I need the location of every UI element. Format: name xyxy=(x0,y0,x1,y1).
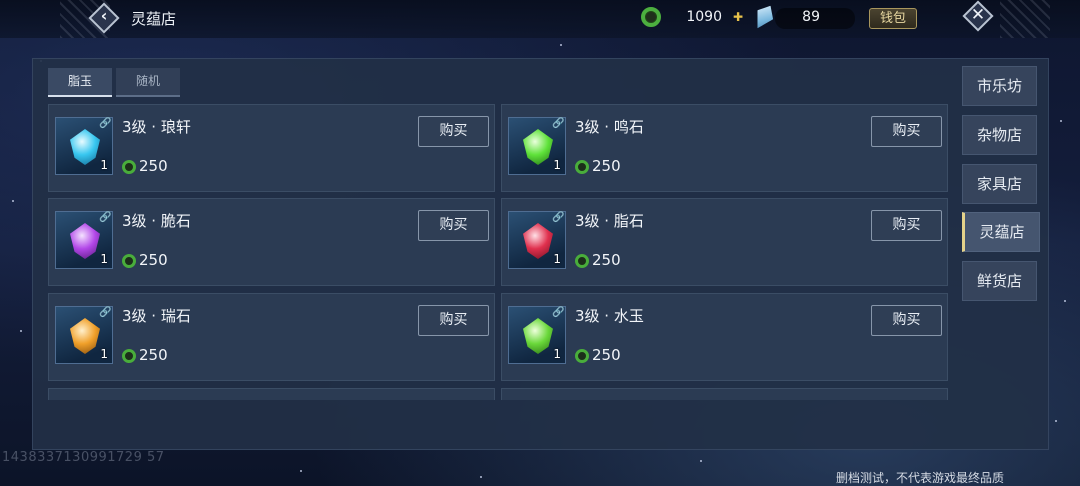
gem-icon xyxy=(70,223,100,259)
top-bar: ‹ 灵蕴店 1090 ✚ 89 钱包 ✕ xyxy=(0,0,1080,38)
shop-item-card: 1 🔗 3级 · 水玉 250 购买 xyxy=(501,293,948,381)
item-name: 3级 · 脆石 xyxy=(122,212,191,230)
item-grid: 1 🔗 3级 · 琅轩 250 购买 1 🔗 3级 · 鸣石 250 购买 1 … xyxy=(48,104,948,400)
buy-button[interactable]: 购买 xyxy=(871,305,942,336)
item-name: 3级 · 鸣石 xyxy=(575,118,644,136)
item-name: 3级 · 瑞石 xyxy=(122,307,191,325)
close-button[interactable]: ✕ xyxy=(962,0,994,32)
link-icon: 🔗 xyxy=(552,307,565,318)
gem-icon xyxy=(70,129,100,165)
item-quantity: 1 xyxy=(100,158,108,172)
link-icon: 🔗 xyxy=(99,307,112,318)
shop-item-card: 1 🔗 3级 · 脂石 250 购买 xyxy=(501,198,948,286)
tab-zhiyu[interactable]: 脂玉 xyxy=(48,68,112,97)
shop-item-card: 1 🔗 3级 · 脆石 250 购买 xyxy=(48,198,495,286)
jade-coin-icon xyxy=(575,160,589,174)
shop-item-card-partial xyxy=(501,388,948,400)
shop-item-card: 1 🔗 3级 · 琅轩 250 购买 xyxy=(48,104,495,192)
gem-icon xyxy=(70,318,100,354)
item-price: 250 xyxy=(592,157,621,175)
jade-coin-icon xyxy=(122,254,136,268)
jade-coin-icon xyxy=(122,349,136,363)
crystal-icon xyxy=(750,1,779,33)
buy-button[interactable]: 购买 xyxy=(418,116,489,147)
nav-item-lingyundian[interactable]: 灵蕴店 xyxy=(962,212,1040,252)
buy-button[interactable]: 购买 xyxy=(418,305,489,336)
ornament-right xyxy=(1000,0,1050,38)
gem-icon xyxy=(523,223,553,259)
chevron-left-icon: ‹ xyxy=(100,6,108,25)
jade-coin-icon xyxy=(575,254,589,268)
buy-button[interactable]: 购买 xyxy=(871,210,942,241)
link-icon: 🔗 xyxy=(552,118,565,129)
item-price: 250 xyxy=(592,251,621,269)
jade-coin-amount: 1090 xyxy=(686,9,722,25)
crystal-amount: 89 xyxy=(802,9,820,25)
item-quantity: 1 xyxy=(553,252,561,266)
test-notice: 删档测试，不代表游戏最终品质 xyxy=(836,471,1005,485)
nav-item-shilefang[interactable]: 市乐坊 xyxy=(962,66,1037,106)
jade-coin-icon xyxy=(575,349,589,363)
tab-random[interactable]: 随机 xyxy=(116,68,180,97)
item-price: 250 xyxy=(139,157,168,175)
jade-coin-icon xyxy=(122,160,136,174)
shop-item-card: 1 🔗 3级 · 瑞石 250 购买 xyxy=(48,293,495,381)
item-price: 250 xyxy=(139,346,168,364)
shop-item-card: 1 🔗 3级 · 鸣石 250 购买 xyxy=(501,104,948,192)
nav-item-xianhuodian[interactable]: 鲜货店 xyxy=(962,261,1037,301)
link-icon: 🔗 xyxy=(99,118,112,129)
item-quantity: 1 xyxy=(553,158,561,172)
shop-item-card-partial xyxy=(48,388,495,400)
nav-item-jiajudian[interactable]: 家具店 xyxy=(962,164,1037,204)
buy-button[interactable]: 购买 xyxy=(871,116,942,147)
jade-coin-icon xyxy=(641,7,661,27)
item-quantity: 1 xyxy=(100,252,108,266)
item-name: 3级 · 脂石 xyxy=(575,212,644,230)
link-icon: 🔗 xyxy=(552,212,565,223)
item-quantity: 1 xyxy=(553,347,561,361)
gem-icon xyxy=(523,129,553,165)
user-id-watermark: 1438337130991729 57 xyxy=(2,450,165,465)
gem-icon xyxy=(523,318,553,354)
buy-button[interactable]: 购买 xyxy=(418,210,489,241)
page-title: 灵蕴店 xyxy=(131,10,177,28)
item-price: 250 xyxy=(139,251,168,269)
add-currency-icon[interactable]: ✚ xyxy=(731,10,745,24)
link-icon: 🔗 xyxy=(99,212,112,223)
nav-item-zawudian[interactable]: 杂物店 xyxy=(962,115,1037,155)
item-name: 3级 · 水玉 xyxy=(575,307,644,325)
close-icon: ✕ xyxy=(970,5,986,25)
wallet-button[interactable]: 钱包 xyxy=(869,8,917,29)
item-name: 3级 · 琅轩 xyxy=(122,118,191,136)
item-price: 250 xyxy=(592,346,621,364)
back-button[interactable]: ‹ xyxy=(88,2,120,34)
item-quantity: 1 xyxy=(100,347,108,361)
